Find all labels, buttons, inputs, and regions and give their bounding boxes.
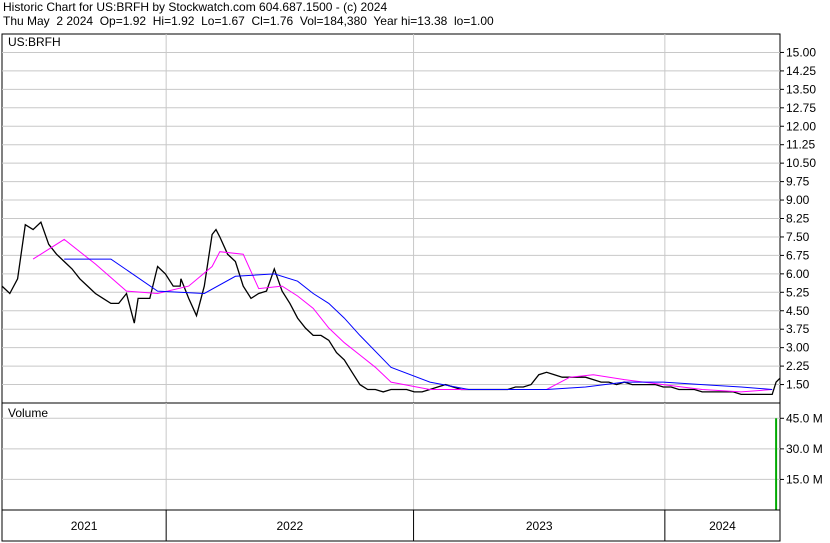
price-tick-label: 14.25 bbox=[786, 64, 816, 78]
volume-axis: 45.0 M 30.0 M 15.0 M bbox=[780, 411, 823, 486]
price-tick-label: 15.00 bbox=[786, 45, 816, 59]
price-axis: 15.00 14.25 13.50 12.75 12.00 11.25 10.50 9.75 9… bbox=[780, 45, 816, 392]
price-tick-label: 11.25 bbox=[786, 138, 815, 152]
price-tick-label: 4.50 bbox=[786, 304, 810, 318]
year-label: 2024 bbox=[709, 519, 736, 533]
price-tick-label: 6.00 bbox=[786, 267, 810, 281]
volume-label: Volume bbox=[8, 406, 48, 420]
price-tick-label: 1.50 bbox=[786, 378, 810, 392]
price-tick-label: 2.25 bbox=[786, 359, 810, 373]
price-tick-label: 5.25 bbox=[786, 285, 810, 299]
price-tick-label: 9.75 bbox=[786, 175, 810, 189]
price-tick-label: 12.00 bbox=[786, 119, 816, 133]
price-tick-label: 10.50 bbox=[786, 156, 816, 170]
volume-tick-label: 15.0 M bbox=[786, 472, 823, 486]
price-tick-label: 3.00 bbox=[786, 341, 810, 355]
year-label: 2023 bbox=[526, 519, 553, 533]
volume-tick-label: 30.0 M bbox=[786, 442, 823, 456]
volume-bar bbox=[775, 418, 778, 510]
price-tick-label: 12.75 bbox=[786, 101, 816, 115]
year-label: 2022 bbox=[277, 519, 304, 533]
volume-tick-label: 45.0 M bbox=[786, 411, 823, 425]
stock-chart: 15.00 14.25 13.50 12.75 12.00 11.25 10.50 9.75 9… bbox=[1, 33, 823, 542]
price-tick-label: 3.75 bbox=[786, 322, 810, 336]
symbol-label: US:BRFH bbox=[8, 35, 61, 49]
volume-bars bbox=[775, 418, 778, 510]
volume-panel bbox=[1, 402, 781, 511]
time-axis bbox=[1, 509, 781, 542]
year-label: 2021 bbox=[71, 519, 98, 533]
price-tick-label: 7.50 bbox=[786, 230, 810, 244]
price-tick-label: 9.00 bbox=[786, 193, 810, 207]
price-tick-label: 13.50 bbox=[786, 82, 816, 96]
price-tick-label: 8.25 bbox=[786, 212, 810, 226]
price-tick-label: 6.75 bbox=[786, 248, 810, 262]
